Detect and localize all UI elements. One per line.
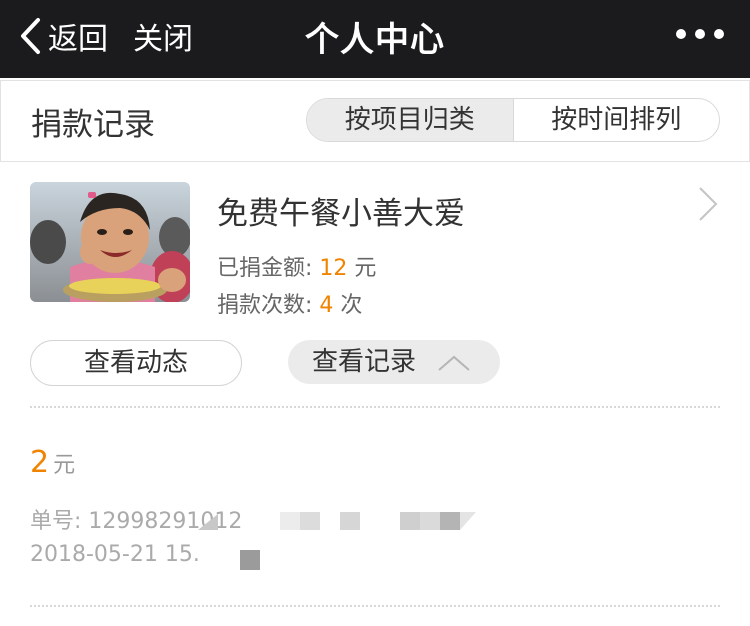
view-updates-button[interactable]: 查看动态 — [30, 340, 242, 386]
record-date: 2018-05-21 15. — [30, 542, 200, 567]
project-thumbnail[interactable] — [30, 182, 190, 302]
view-records-label: 查看记录 — [312, 347, 417, 377]
count-label: 捐款次数: — [217, 293, 320, 318]
dotted-divider — [30, 605, 720, 607]
count-unit: 次 — [333, 293, 363, 318]
view-records-button[interactable]: 查看记录 — [288, 340, 500, 384]
donation-records-header: 捐款记录 按项目归类 按时间排列 — [0, 80, 750, 162]
record-amount-value: 2 — [30, 445, 50, 480]
dotted-divider — [30, 406, 720, 408]
section-title: 捐款记录 — [31, 107, 155, 143]
redaction-mosaic — [198, 512, 476, 530]
donated-value: 12 — [319, 256, 348, 281]
project-name: 免费午餐小善大爱 — [217, 196, 465, 232]
donated-unit: 元 — [347, 256, 377, 281]
top-navigation-bar: 返回 关闭 个人中心 — [0, 0, 750, 78]
child-eating-image — [30, 182, 190, 302]
donated-label: 已捐金额: — [217, 256, 320, 281]
chevron-right-icon[interactable] — [696, 184, 720, 224]
record-amount: 2元 — [30, 445, 75, 480]
count-value: 4 — [319, 293, 334, 318]
donated-amount-row: 已捐金额: 12 元 — [217, 250, 376, 282]
redaction-mosaic — [240, 550, 260, 570]
record-amount-unit: 元 — [53, 453, 76, 478]
more-dots-icon[interactable] — [676, 22, 724, 46]
tab-by-project[interactable]: 按项目归类 — [307, 99, 514, 141]
tab-by-time[interactable]: 按时间排列 — [514, 99, 720, 141]
donation-count-row: 捐款次数: 4 次 — [217, 287, 362, 319]
chevron-up-icon — [438, 355, 470, 371]
page-title: 个人中心 — [305, 20, 445, 60]
sort-segmented-control: 按项目归类 按时间排列 — [306, 98, 720, 142]
